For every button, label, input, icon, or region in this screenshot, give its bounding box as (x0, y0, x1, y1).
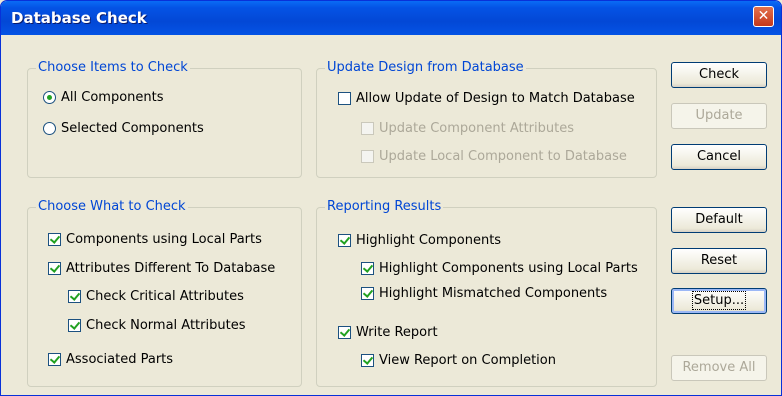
highlight-components-checkbox[interactable]: Highlight Components (338, 231, 501, 249)
update-local-component-checkbox[interactable]: Update Local Component to Database (361, 147, 627, 165)
cancel-button[interactable]: Cancel (671, 144, 767, 170)
checkbox-label: Check Critical Attributes (86, 288, 244, 304)
checkbox-label: Highlight Components (356, 232, 502, 248)
checkbox-label: Write Report (356, 324, 438, 340)
check-critical-attributes-checkbox[interactable]: Check Critical Attributes (68, 287, 244, 305)
reporting-results-legend: Reporting Results (325, 199, 444, 215)
checkbox-icon[interactable] (48, 352, 61, 366)
title-bar[interactable]: Database Check ✕ (1, 1, 781, 35)
checkbox-icon[interactable] (361, 261, 374, 275)
reset-button[interactable]: Reset (671, 248, 767, 274)
radio-icon[interactable] (43, 90, 56, 104)
close-icon[interactable]: ✕ (753, 6, 774, 27)
choose-items-legend: Choose Items to Check (36, 60, 190, 76)
checkbox-label: Attributes Different To Database (66, 260, 276, 276)
checkbox-label: View Report on Completion (379, 352, 556, 368)
checkbox-label: Check Normal Attributes (86, 317, 246, 333)
checkbox-icon[interactable] (361, 149, 374, 163)
checkbox-label: Highlight Mismatched Components (379, 285, 608, 301)
setup-button[interactable]: Setup... (671, 288, 767, 314)
checkbox-icon[interactable] (361, 353, 374, 367)
checkbox-icon[interactable] (338, 233, 351, 247)
choose-what-legend: Choose What to Check (36, 199, 188, 215)
checkbox-label: Highlight Components using Local Parts (379, 260, 638, 276)
checkbox-icon[interactable] (361, 286, 374, 300)
radio-all-components[interactable]: All Components (43, 88, 164, 106)
checkbox-label: Update Local Component to Database (379, 148, 627, 164)
checkbox-label: Associated Parts (66, 351, 174, 367)
checkbox-icon[interactable] (68, 318, 81, 332)
checkbox-icon[interactable] (68, 289, 81, 303)
checkbox-icon[interactable] (338, 91, 351, 105)
setup-button-label: Setup... (691, 291, 747, 310)
checkbox-label: Allow Update of Design to Match Database (356, 90, 635, 106)
radio-selected-components[interactable]: Selected Components (43, 119, 204, 137)
checkbox-icon[interactable] (48, 261, 61, 275)
update-design-legend: Update Design from Database (325, 60, 526, 76)
checkbox-icon[interactable] (338, 325, 351, 339)
remove-all-button[interactable]: Remove All (671, 355, 767, 381)
checkbox-icon[interactable] (48, 232, 61, 246)
checkbox-label: Components using Local Parts (66, 231, 262, 247)
radio-label: All Components (61, 89, 164, 105)
radio-label: Selected Components (61, 120, 204, 136)
view-report-checkbox[interactable]: View Report on Completion (361, 351, 556, 369)
components-local-parts-checkbox[interactable]: Components using Local Parts (48, 230, 262, 248)
checkbox-label: Update Component Attributes (379, 120, 574, 136)
update-button[interactable]: Update (671, 103, 767, 129)
default-button[interactable]: Default (671, 207, 767, 233)
associated-parts-checkbox[interactable]: Associated Parts (48, 350, 173, 368)
highlight-mismatched-checkbox[interactable]: Highlight Mismatched Components (361, 284, 607, 302)
check-button[interactable]: Check (671, 62, 767, 88)
radio-icon[interactable] (43, 121, 56, 135)
update-component-attributes-checkbox[interactable]: Update Component Attributes (361, 119, 574, 137)
attributes-different-checkbox[interactable]: Attributes Different To Database (48, 259, 275, 277)
allow-update-checkbox[interactable]: Allow Update of Design to Match Database (338, 89, 635, 107)
checkbox-icon[interactable] (361, 121, 374, 135)
dialog-title: Database Check (11, 9, 147, 27)
check-normal-attributes-checkbox[interactable]: Check Normal Attributes (68, 316, 245, 334)
highlight-local-parts-checkbox[interactable]: Highlight Components using Local Parts (361, 259, 638, 277)
database-check-dialog: Database Check ✕ Choose Items to Check A… (0, 0, 782, 396)
write-report-checkbox[interactable]: Write Report (338, 323, 438, 341)
